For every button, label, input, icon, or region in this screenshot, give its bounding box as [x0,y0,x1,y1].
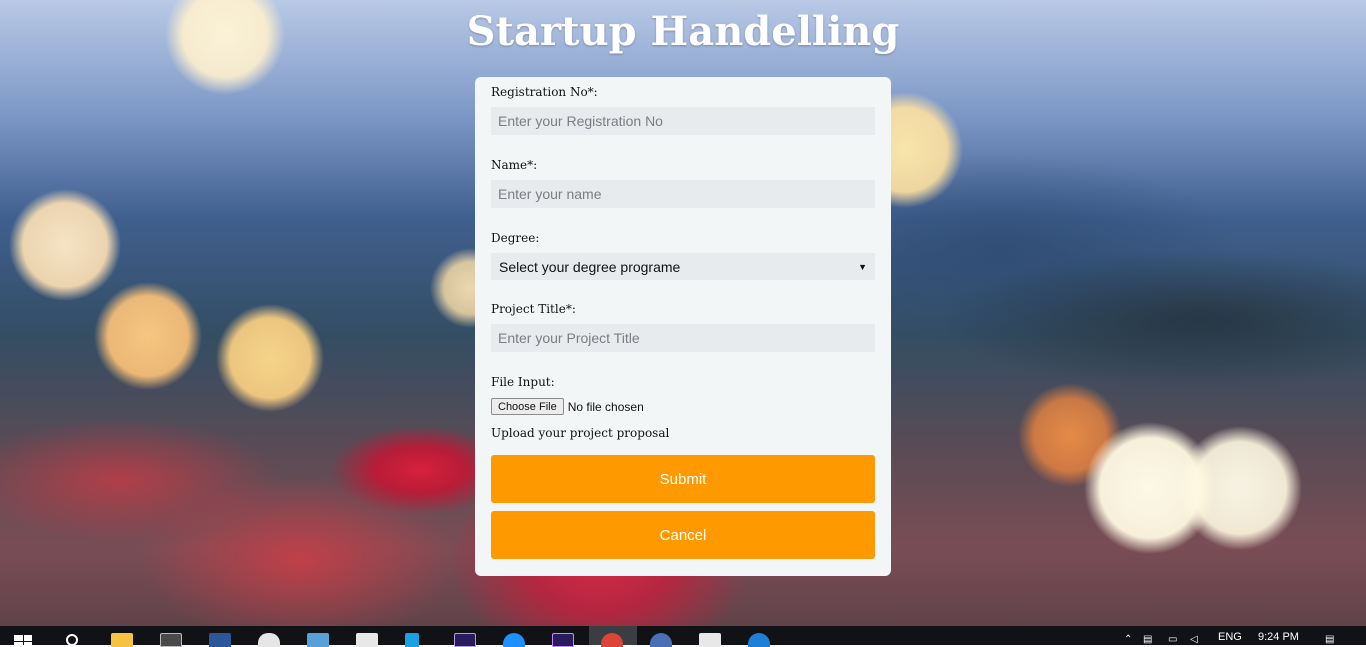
project-title-label: Project Title*: [491,302,576,316]
file-help-text: Upload your project proposal [491,426,670,440]
page-title: Startup Handelling [466,8,900,55]
degree-select[interactable]: Select your degree programe ▼ [491,253,875,280]
project-title-input[interactable] [491,324,875,352]
volume-icon[interactable]: ◁ [1190,634,1198,645]
language-indicator[interactable]: ENG [1218,631,1242,643]
degree-selected-value: Select your degree programe [499,258,681,275]
file-status: No file chosen [567,399,644,414]
battery-icon[interactable]: ▭ [1168,634,1177,645]
cancel-button[interactable]: Cancel [491,511,875,559]
chevron-up-icon[interactable]: ⌃ [1124,634,1132,645]
windows-start-icon[interactable] [14,635,32,647]
choose-file-button[interactable]: Choose File [491,398,564,415]
name-input[interactable] [491,180,875,208]
notifications-icon[interactable]: ▤ [1325,634,1334,645]
network-icon[interactable]: ▤ [1143,634,1152,645]
file-input-label: File Input: [491,375,555,389]
registration-label: Registration No*: [491,85,598,99]
taskbar: ⌃ ▤ ▭ ◁ ENG 9:24 PM ▤ [0,626,1366,647]
name-label: Name*: [491,158,538,172]
degree-label: Degree: [491,231,540,245]
submit-button[interactable]: Submit [491,455,875,503]
chevron-down-icon: ▼ [858,261,867,272]
registration-form: Registration No*: Name*: Degree: Select … [475,77,891,576]
clock[interactable]: 9:24 PM [1258,631,1299,643]
search-icon[interactable] [66,634,78,646]
file-input: Choose File No file chosen [491,398,644,415]
registration-input[interactable] [491,107,875,135]
